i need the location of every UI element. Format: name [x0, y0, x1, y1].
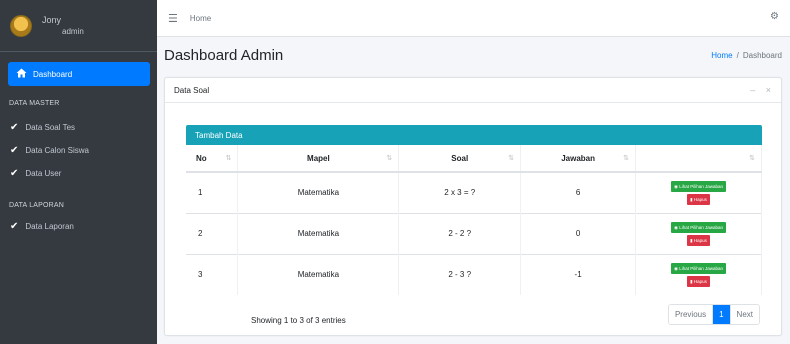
table-info: Showing 1 to 3 of 3 entries: [251, 316, 346, 325]
cell-no: 2: [186, 212, 239, 254]
cell-jawaban: 6: [520, 171, 637, 213]
sidebar-item-label: Data Soal Tes: [25, 123, 76, 132]
column-header-soal[interactable]: Soal ⇅: [398, 145, 522, 173]
check-icon: ✔: [10, 122, 19, 133]
column-header-aksi[interactable]: ⇅: [635, 145, 762, 173]
user-panel[interactable]: Jony admin: [0, 0, 157, 52]
pagination: Previous 1 Next: [667, 304, 760, 325]
cell-soal: 2 x 3 = ?: [398, 171, 522, 213]
table-row: 3 Matematika 2 - 3 ? -1 ◉ Lihat Pilihan …: [186, 253, 762, 295]
lihat-jawaban-button[interactable]: ◉ Lihat Pilihan Jawaban: [671, 180, 727, 192]
check-icon: ✔: [10, 168, 19, 179]
tambah-data-button[interactable]: Tambah Data: [186, 125, 762, 145]
sidebar-item-label: Dashboard: [33, 69, 73, 79]
soal-table: No ⇅ Mapel ⇅ Soal ⇅ Jawaban ⇅ ⇅ 1 Matematika…: [186, 145, 762, 295]
card-tools: – ×: [742, 85, 771, 95]
breadcrumb-home-link[interactable]: Home: [711, 51, 732, 60]
hapus-button[interactable]: ▮ Hapus: [687, 193, 710, 205]
cell-soal: 2 - 3 ?: [398, 253, 522, 295]
sort-icon: ⇅: [508, 155, 515, 162]
sort-icon: ⇅: [749, 155, 755, 162]
cell-mapel: Matematika: [237, 212, 400, 254]
sort-icon: ⇅: [623, 155, 630, 162]
trash-icon: ▮: [690, 278, 693, 284]
breadcrumb: Home / Dashboard: [711, 51, 782, 60]
cell-jawaban: -1: [520, 253, 637, 295]
sort-icon: ⇅: [386, 155, 393, 162]
home-icon: [16, 68, 27, 81]
cell-aksi: ◉ Lihat Pilihan Jawaban ▮ Hapus: [635, 212, 762, 254]
navbar-home-link[interactable]: Home: [190, 14, 211, 23]
cell-aksi: ◉ Lihat Pilihan Jawaban ▮ Hapus: [635, 253, 762, 295]
eye-icon: ◉: [674, 224, 678, 230]
sort-icon: ⇅: [225, 155, 232, 162]
table-row: 1 Matematika 2 x 3 = ? 6 ◉ Lihat Pilihan…: [186, 171, 762, 213]
data-soal-card: Data Soal – × Tambah Data No ⇅ Mapel ⇅ Soa…: [164, 77, 782, 336]
check-icon: ✔: [10, 221, 19, 232]
check-icon: ✔: [10, 145, 19, 156]
cell-soal: 2 - 2 ?: [398, 212, 522, 254]
card-title: Data Soal: [174, 85, 210, 95]
eye-icon: ◉: [674, 183, 678, 189]
table-row: 2 Matematika 2 - 2 ? 0 ◉ Lihat Pilihan J…: [186, 212, 762, 254]
collapse-icon[interactable]: –: [750, 85, 755, 95]
breadcrumb-separator: /: [736, 51, 739, 60]
nav-header-data-master: DATA MASTER: [9, 100, 60, 107]
pagination-previous[interactable]: Previous: [668, 305, 713, 324]
column-header-no[interactable]: No ⇅: [186, 145, 239, 173]
sidebar-item-data-soal-tes[interactable]: ✔ Data Soal Tes: [10, 122, 75, 133]
sidebar-item-label: Data User: [25, 169, 62, 178]
hamburger-icon[interactable]: ☰: [168, 12, 178, 25]
card-header: Data Soal: [165, 78, 781, 103]
close-icon[interactable]: ×: [766, 85, 771, 95]
user-role: admin: [62, 26, 84, 36]
sidebar-item-data-calon-siswa[interactable]: ✔ Data Calon Siswa: [10, 145, 89, 156]
lihat-jawaban-button[interactable]: ◉ Lihat Pilihan Jawaban: [671, 262, 727, 274]
lihat-jawaban-button[interactable]: ◉ Lihat Pilihan Jawaban: [671, 221, 727, 233]
pagination-page-1[interactable]: 1: [712, 305, 730, 324]
sidebar: Jony admin Dashboard DATA MASTER ✔ Data …: [0, 0, 157, 344]
avatar[interactable]: [10, 14, 32, 37]
sidebar-item-data-user[interactable]: ✔ Data User: [10, 168, 61, 179]
breadcrumb-current: Dashboard: [742, 51, 782, 60]
hapus-button[interactable]: ▮ Hapus: [687, 275, 710, 287]
trash-icon: ▮: [690, 196, 693, 202]
page-title: Dashboard Admin: [164, 47, 284, 64]
cell-no: 3: [186, 253, 239, 295]
cell-mapel: Matematika: [237, 253, 400, 295]
cell-mapel: Matematika: [237, 171, 400, 213]
sidebar-item-data-laporan[interactable]: ✔ Data Laporan: [10, 221, 74, 232]
gear-icon[interactable]: ⚙: [770, 11, 779, 22]
cell-jawaban: 0: [520, 212, 637, 254]
sidebar-item-label: Data Laporan: [25, 222, 74, 231]
cell-aksi: ◉ Lihat Pilihan Jawaban ▮ Hapus: [635, 171, 762, 213]
nav-header-data-laporan: DATA LAPORAN: [9, 202, 65, 209]
trash-icon: ▮: [690, 237, 693, 243]
user-name[interactable]: Jony: [42, 14, 84, 26]
sidebar-item-dashboard[interactable]: Dashboard: [8, 62, 150, 86]
top-navbar: ☰ Home ⚙: [157, 0, 790, 37]
hapus-button[interactable]: ▮ Hapus: [687, 234, 710, 246]
table-header-row: No ⇅ Mapel ⇅ Soal ⇅ Jawaban ⇅ ⇅: [186, 145, 762, 173]
eye-icon: ◉: [674, 265, 678, 271]
cell-no: 1: [186, 171, 239, 213]
pagination-next[interactable]: Next: [729, 305, 759, 324]
column-header-jawaban[interactable]: Jawaban ⇅: [520, 145, 637, 173]
column-header-mapel[interactable]: Mapel ⇅: [237, 145, 400, 173]
sidebar-item-label: Data Calon Siswa: [25, 146, 89, 155]
